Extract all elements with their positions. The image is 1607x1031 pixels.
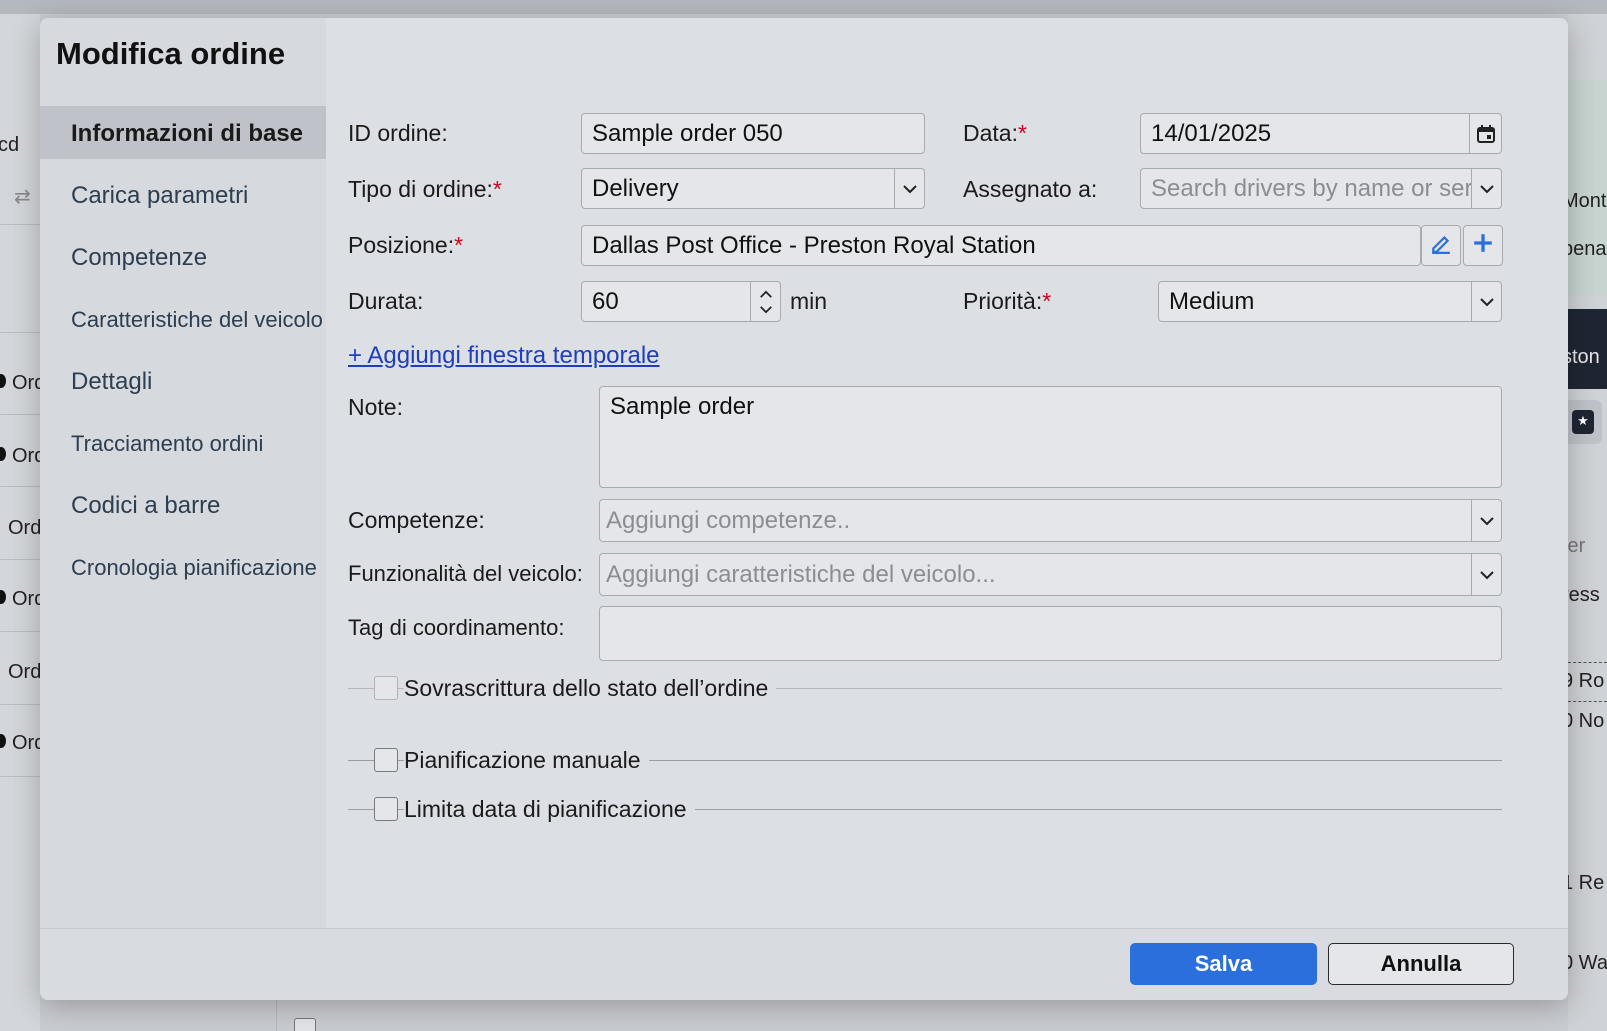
- nav-item-order-tracking[interactable]: Tracciamento ordini: [40, 414, 326, 476]
- nav-item-details[interactable]: Dettagli: [40, 352, 326, 414]
- save-button[interactable]: Salva: [1130, 943, 1317, 985]
- background-right-panel: Mont pena ston ★ ter ress 9 Ro 0 No 1 Re…: [1568, 14, 1607, 1031]
- order-id-label: ID ordine:: [348, 120, 448, 146]
- add-time-window-link[interactable]: + Aggiungi finestra temporale: [348, 342, 660, 370]
- cancel-button[interactable]: Annulla: [1328, 943, 1514, 985]
- skills-label: Competenze:: [348, 507, 485, 533]
- assigned-to-label: Assegnato a:: [963, 176, 1098, 202]
- coordination-tag-input[interactable]: [599, 606, 1502, 661]
- bg-list-item: Ord: [12, 588, 40, 610]
- bg-fragment: pena: [1568, 238, 1607, 260]
- bg-list-item: Ord: [8, 517, 40, 539]
- status-override-checkbox[interactable]: [374, 676, 398, 700]
- bg-fragment: 0 No: [1568, 710, 1605, 732]
- chevron-down-icon[interactable]: [1471, 500, 1501, 541]
- duration-label: Durata:: [348, 288, 424, 314]
- background-topbar: [0, 0, 1607, 14]
- order-type-select[interactable]: Delivery: [581, 168, 925, 209]
- modal-sidebar: Modifica ordine Informazioni di base Car…: [40, 18, 326, 928]
- nav-item-barcodes[interactable]: Codici a barre: [40, 476, 326, 538]
- bg-checkbox: [294, 1018, 316, 1031]
- nav-item-basic-info[interactable]: Informazioni di base: [40, 106, 326, 159]
- bg-fragment: ter: [1568, 535, 1586, 557]
- location-label: Posizione:*: [348, 232, 464, 258]
- modal-content: ID ordine: Sample order 050 Data:* 14/01…: [326, 18, 1568, 928]
- status-override-label: Sovrascrittura dello stato dell’ordine: [404, 675, 777, 702]
- duration-unit: min: [790, 288, 828, 314]
- bg-fragment: 0 Wa: [1568, 952, 1607, 974]
- manual-planning-label: Pianificazione manuale: [404, 747, 649, 774]
- order-type-label: Tipo di ordine:*: [348, 176, 502, 202]
- edit-location-button[interactable]: [1421, 225, 1461, 266]
- notes-label: Note:: [348, 394, 403, 420]
- edit-order-modal: Modifica ordine Informazioni di base Car…: [40, 18, 1568, 1000]
- date-label: Data:*: [963, 120, 1027, 146]
- background-left-panel: cd ⇄ Ord Ord Ord Ord Ord Ord: [0, 14, 40, 1031]
- bg-fragment: ston: [1568, 346, 1600, 368]
- chevron-up-icon: [759, 290, 772, 298]
- bg-fragment: 9 Ro: [1568, 670, 1605, 692]
- plus-icon: [1472, 232, 1494, 259]
- bg-list-item: Ord: [12, 372, 40, 394]
- bg-map: [1568, 80, 1607, 295]
- bg-fragment: ress: [1568, 584, 1600, 606]
- add-location-button[interactable]: [1463, 225, 1503, 266]
- chevron-down-icon[interactable]: [894, 169, 924, 208]
- manual-planning-checkbox[interactable]: [374, 748, 398, 772]
- bg-fragment: 1 Re: [1568, 872, 1605, 894]
- limit-planning-date-checkbox[interactable]: [374, 797, 398, 821]
- bg-fragment: Mont: [1568, 190, 1607, 212]
- bg-list-item: Ord: [12, 732, 40, 754]
- nav-item-load-parameters[interactable]: Carica parametri: [40, 166, 326, 228]
- skills-select[interactable]: Aggiungi competenze..: [599, 499, 1502, 542]
- chevron-down-icon[interactable]: [1471, 554, 1501, 595]
- vehicle-features-label: Funzionalità del veicolo:: [348, 561, 583, 586]
- pencil-icon: [1430, 232, 1452, 259]
- order-id-input[interactable]: Sample order 050: [581, 113, 925, 154]
- coordination-tag-label: Tag di coordinamento:: [348, 615, 565, 640]
- chevron-down-icon[interactable]: [1471, 169, 1501, 208]
- nav-item-vehicle-features[interactable]: Caratteristiche del veicolo: [40, 290, 326, 352]
- nav-item-planning-history[interactable]: Cronologia pianificazione: [40, 538, 326, 600]
- chevron-down-icon: [759, 305, 772, 313]
- location-input[interactable]: Dallas Post Office - Preston Royal Stati…: [581, 225, 1421, 266]
- notes-textarea[interactable]: Sample order: [599, 386, 1502, 488]
- assigned-to-select[interactable]: Search drivers by name or serial: [1140, 168, 1502, 209]
- bg-fragment: cd: [0, 134, 20, 156]
- stepper-arrows[interactable]: [750, 282, 780, 321]
- star-pin-icon: ★: [1572, 410, 1594, 434]
- nav-item-skills[interactable]: Competenze: [40, 228, 326, 290]
- bg-list-item: Ord: [8, 661, 40, 683]
- swap-icon: ⇄: [14, 186, 31, 208]
- modal-nav: Informazioni di base Carica parametri Co…: [40, 106, 326, 600]
- vehicle-features-select[interactable]: Aggiungi caratteristiche del veicolo...: [599, 553, 1502, 596]
- bg-pin-button: ★: [1568, 400, 1602, 444]
- priority-select[interactable]: Medium: [1158, 281, 1502, 322]
- calendar-icon[interactable]: [1469, 114, 1501, 153]
- date-input[interactable]: 14/01/2025: [1140, 113, 1502, 154]
- bg-list-item: Ord: [12, 445, 40, 467]
- modal-footer: Salva Annulla: [40, 928, 1568, 1000]
- chevron-down-icon[interactable]: [1471, 282, 1501, 321]
- limit-planning-date-label: Limita data di pianificazione: [404, 796, 695, 823]
- duration-stepper[interactable]: 60: [581, 281, 781, 322]
- priority-label: Priorità:*: [963, 288, 1052, 314]
- modal-title: Modifica ordine: [56, 36, 286, 71]
